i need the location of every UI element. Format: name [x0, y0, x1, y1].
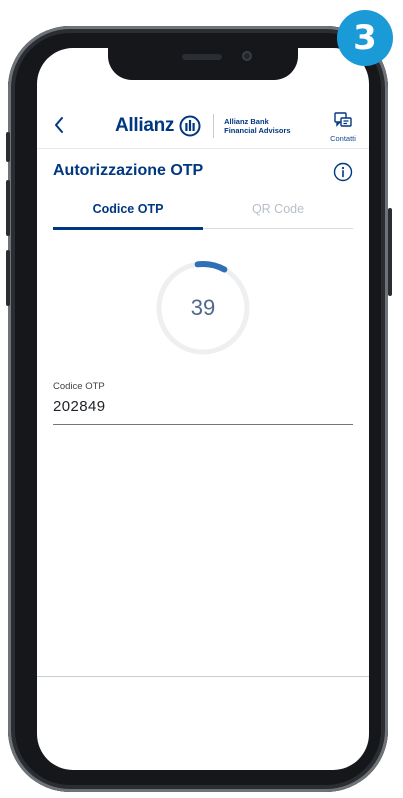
brand-name: Allianz: [115, 115, 175, 136]
bottom-divider: [37, 676, 369, 677]
bank-name: Allianz Bank Financial Advisors: [224, 117, 290, 135]
bank-name-line1: Allianz Bank: [224, 117, 269, 126]
app-header: Allianz Allianz Bank Financial Advisors: [37, 108, 369, 148]
front-camera: [242, 51, 252, 61]
tabs: Codice OTP QR Code: [53, 202, 353, 230]
side-button-left-1: [6, 132, 10, 162]
screen: Allianz Allianz Bank Financial Advisors: [37, 48, 369, 770]
tab-codice-otp[interactable]: Codice OTP: [53, 202, 203, 216]
side-button-left-2: [6, 180, 10, 236]
contacts-label: Contatti: [330, 134, 356, 143]
bank-name-line2: Financial Advisors: [224, 126, 291, 135]
otp-field-value[interactable]: 202849: [53, 398, 105, 415]
tab-qr-code[interactable]: QR Code: [203, 202, 353, 216]
otp-timer: 39: [153, 258, 253, 358]
back-icon: [55, 117, 63, 133]
page-title: Autorizzazione OTP: [53, 162, 204, 179]
otp-field-underline: [53, 424, 353, 425]
brand: Allianz Allianz Bank Financial Advisors: [115, 114, 291, 138]
chat-icon: [334, 112, 352, 127]
side-button-left-3: [6, 250, 10, 306]
timer-seconds: 39: [190, 295, 216, 320]
back-button[interactable]: [49, 110, 69, 140]
notch: [108, 40, 298, 80]
speaker: [182, 54, 222, 60]
contacts-button[interactable]: Contatti: [325, 112, 361, 143]
header-divider: [37, 148, 369, 149]
side-button-right: [388, 208, 392, 296]
active-tab-indicator: [53, 227, 203, 230]
otp-field-label: Codice OTP: [53, 381, 105, 392]
info-icon[interactable]: [333, 162, 353, 182]
brand-divider: [213, 114, 215, 138]
allianz-logo-icon: [179, 115, 201, 137]
step-badge: 3: [337, 10, 393, 66]
